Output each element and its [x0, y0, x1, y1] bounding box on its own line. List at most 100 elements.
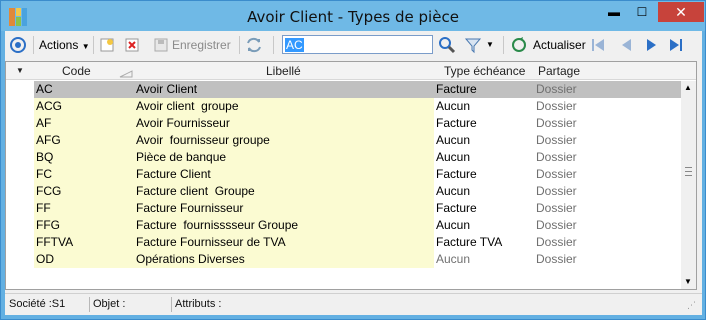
table-row[interactable]: FFTVA Facture Fournisseur de TVA Facture T… [34, 234, 682, 251]
cell-code: FF [36, 201, 51, 215]
cell-type: Aucun [436, 150, 471, 164]
minimize-button[interactable]: ▬ [601, 2, 627, 22]
sort-ascending-icon [119, 67, 133, 81]
cell-type: Facture [436, 201, 477, 215]
separator [273, 36, 274, 54]
separator [503, 36, 504, 54]
sync-icon[interactable] [245, 36, 263, 56]
cell-code: FC [36, 167, 52, 181]
close-button[interactable]: ✕ [658, 2, 704, 22]
column-header-code[interactable]: Code [62, 64, 91, 78]
previous-page-icon[interactable] [617, 36, 635, 56]
cell-code: FFG [36, 218, 60, 232]
client-area: Actions ▼ Enregistrer AC ▼ Actualiser ▼ … [5, 31, 702, 315]
delete-icon[interactable] [124, 37, 140, 57]
table-row[interactable]: FF Facture Fournisseur Facture Dossier [34, 200, 682, 217]
search-input[interactable]: AC [282, 35, 433, 54]
column-header-label[interactable]: Libellé [266, 64, 301, 78]
refresh-button[interactable]: Actualiser [533, 35, 586, 55]
window: Avoir Client - Types de pièce ▬ ☐ ✕ Acti… [0, 0, 706, 320]
resize-grip-icon[interactable]: ⋰ [687, 300, 696, 311]
cell-code: ACG [36, 99, 63, 113]
cell-code: AF [36, 116, 52, 130]
cell-label: Facture client Groupe [136, 184, 255, 198]
actions-label: Actions [39, 38, 79, 52]
table-row[interactable]: AC Avoir Client Facture Dossier [34, 81, 682, 98]
separator [171, 297, 172, 312]
cell-type: Facture [436, 167, 477, 181]
cell-share: Dossier [536, 133, 577, 147]
cell-share: Dossier [536, 201, 577, 215]
actions-menu-button[interactable]: Actions ▼ [39, 35, 90, 55]
next-page-icon[interactable] [643, 36, 661, 56]
scroll-down-icon[interactable]: ▼ [684, 277, 692, 286]
separator [239, 36, 240, 54]
cell-label: Avoir Client [136, 82, 198, 96]
cell-share: Dossier [536, 218, 577, 232]
table-row[interactable]: BQ Pièce de banque Aucun Dossier [34, 149, 682, 166]
cell-share: Dossier [536, 184, 577, 198]
vertical-scrollbar[interactable]: ▲ ▼ [681, 81, 696, 289]
column-header-share[interactable]: Partage [538, 64, 580, 78]
row-background [34, 166, 434, 183]
save-button[interactable]: Enregistrer [172, 35, 231, 55]
row-background [34, 115, 434, 132]
table-row[interactable]: OD Opérations Diverses Aucun Dossier [34, 251, 682, 268]
cell-label: Facture Fournisseur de TVA [136, 235, 286, 249]
cell-type: Facture TVA [436, 235, 503, 249]
scroll-up-icon[interactable]: ▲ [684, 83, 692, 92]
cell-code: BQ [36, 150, 54, 164]
filter-icon[interactable] [464, 36, 482, 56]
cell-type: Facture [436, 82, 477, 96]
title-bar[interactable]: Avoir Client - Types de pièce ▬ ☐ ✕ [1, 1, 705, 31]
status-bar: Société :S1 Objet : Attributs : ⋰ [5, 293, 702, 313]
first-page-icon[interactable] [589, 36, 607, 56]
cell-share: Dossier [536, 99, 577, 113]
table-row[interactable]: FFG Facture fournisssseur Groupe Aucun Doss… [34, 217, 682, 234]
table-row[interactable]: FC Facture Client Facture Dossier [34, 166, 682, 183]
filter-dropdown-icon[interactable]: ▼ [486, 35, 494, 55]
new-icon[interactable] [99, 37, 115, 57]
cell-share: Dossier [536, 82, 577, 96]
cell-type: Aucun [436, 184, 471, 198]
table-row[interactable]: AFG Avoir fournisseur groupe Aucun Dossier [34, 132, 682, 149]
cell-type: Aucun [436, 99, 471, 113]
column-header-type[interactable]: Type échéance [444, 64, 525, 78]
maximize-button[interactable]: ☐ [629, 2, 655, 22]
cell-share: Dossier [536, 150, 577, 164]
table-row[interactable]: ACG Avoir client groupe Aucun Dossier [34, 98, 682, 115]
window-title: Avoir Client - Types de pièce [247, 8, 459, 26]
cell-label: Avoir fournisseur groupe [136, 133, 270, 147]
refresh-icon[interactable] [510, 36, 528, 56]
status-object: Objet : [93, 298, 126, 310]
status-attributes: Attributs : [175, 298, 222, 310]
grid-header: ▼ Code Libellé Type échéance Partage [6, 62, 696, 80]
column-chooser-icon[interactable]: ▼ [16, 66, 24, 75]
table-row[interactable]: FCG Facture client Groupe Aucun Dossier [34, 183, 682, 200]
scroll-thumb[interactable] [685, 153, 692, 195]
cell-type: Facture [436, 116, 477, 130]
data-grid: ▼ Code Libellé Type échéance Partage AC A… [5, 61, 697, 290]
search-value: AC [285, 38, 304, 52]
cell-code: AC [36, 82, 53, 96]
cell-label: Facture Fournisseur [136, 201, 244, 215]
row-background [34, 81, 434, 98]
cell-type: Aucun [436, 133, 471, 147]
cell-code: OD [36, 252, 54, 266]
options-icon[interactable] [9, 36, 27, 56]
cell-label: Facture Client [136, 167, 211, 181]
cell-type: Aucun [436, 218, 471, 232]
search-icon[interactable] [438, 36, 456, 56]
row-background [34, 149, 434, 166]
table-row[interactable]: AF Avoir Fournisseur Facture Dossier [34, 115, 682, 132]
separator [93, 36, 94, 54]
cell-label: Avoir client groupe [136, 99, 239, 113]
cell-code: FFTVA [36, 235, 74, 249]
last-page-icon[interactable] [667, 36, 685, 56]
cell-share: Dossier [536, 116, 577, 130]
chevron-down-icon: ▼ [81, 42, 90, 51]
cell-type: Aucun [436, 252, 471, 266]
cell-label: Pièce de banque [136, 150, 227, 164]
separator [33, 36, 34, 54]
cell-code: AFG [36, 133, 61, 147]
